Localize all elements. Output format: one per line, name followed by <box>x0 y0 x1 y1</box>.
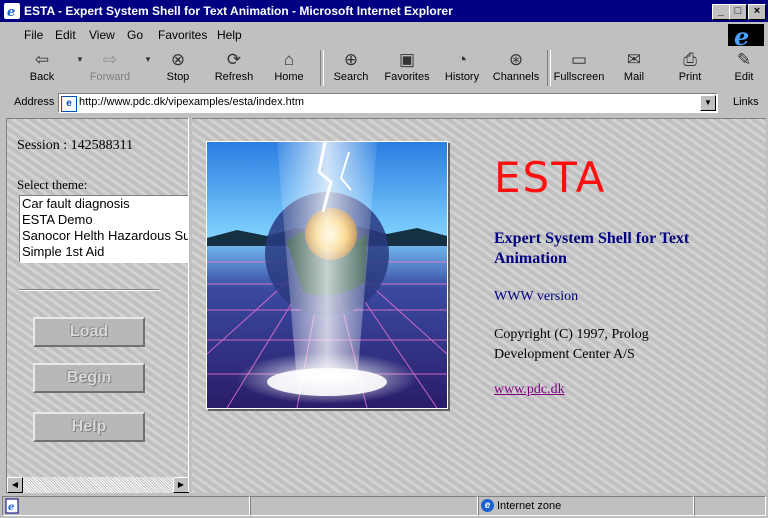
load-button[interactable]: Load <box>33 317 145 347</box>
home-icon: ⌂ <box>283 50 295 69</box>
pdc-link[interactable]: www.pdc.dk <box>494 382 565 398</box>
begin-button[interactable]: Begin <box>33 363 145 393</box>
history-icon: ◔ <box>456 50 468 69</box>
channels-button[interactable]: ⊛ Channels <box>490 48 542 88</box>
back-dropdown[interactable]: ▼ <box>68 48 84 88</box>
ie-logo-icon: e <box>734 22 750 51</box>
horizontal-scrollbar[interactable]: ◀ ▶ <box>7 477 191 493</box>
print-button[interactable]: ⎙ Print <box>668 48 712 88</box>
address-field[interactable]: e http://www.pdc.dk/vipexamples/esta/ind… <box>58 93 718 113</box>
stop-button[interactable]: ⊗ Stop <box>152 48 204 88</box>
ie-page-icon[interactable]: e <box>4 3 20 20</box>
divider <box>19 289 159 291</box>
status-progress-panel <box>250 496 478 516</box>
status-empty-panel <box>694 496 766 516</box>
menu-help[interactable]: Help <box>217 28 242 42</box>
back-button[interactable]: ⇦ Back <box>16 48 68 88</box>
menu-file[interactable]: File <box>24 28 43 42</box>
back-arrow-icon: ⇦ <box>34 50 50 69</box>
refresh-icon: ⟳ <box>226 50 242 69</box>
page-heading: ESTA <box>494 153 607 202</box>
toolbar-separator <box>547 50 551 86</box>
menu-go[interactable]: Go <box>127 28 143 42</box>
internet-zone-icon: e <box>481 499 494 512</box>
fullscreen-icon: ▭ <box>570 50 588 69</box>
page-icon: e <box>61 96 77 112</box>
theme-item[interactable]: Sanocor Helth Hazardous Sub <box>20 228 188 244</box>
menu-bar: File Edit View Go Favorites Help <box>0 24 768 46</box>
ie-logo: e <box>728 22 764 51</box>
menu-favorites[interactable]: Favorites <box>158 28 207 42</box>
page-subtitle: Expert System Shell for Text Animation <box>494 230 690 267</box>
stop-icon: ⊗ <box>170 50 186 69</box>
session-label: Session : 142588311 <box>17 138 134 153</box>
security-zone-panel: e Internet zone <box>478 496 694 516</box>
forward-arrow-icon: ⇨ <box>102 50 118 69</box>
address-bar: Address e http://www.pdc.dk/vipexamples/… <box>0 91 768 115</box>
zone-label: Internet zone <box>497 500 562 512</box>
channels-satellite-icon: ⊛ <box>508 50 524 69</box>
scroll-right-icon[interactable]: ▶ <box>173 477 189 493</box>
favorites-folder-icon: ▣ <box>398 50 416 69</box>
svg-text:e: e <box>8 502 14 513</box>
edit-icon: ✎ <box>736 50 752 69</box>
mail-button[interactable]: ✉ Mail <box>614 48 654 88</box>
fullscreen-button[interactable]: ▭ Fullscreen <box>553 48 605 88</box>
left-frame: Session : 142588311 Select theme: Car fa… <box>6 118 191 493</box>
close-button[interactable]: × <box>748 4 766 20</box>
links-button[interactable]: Links <box>733 96 759 108</box>
theme-item[interactable]: Simple 1st Aid <box>20 244 188 260</box>
status-page-icon: e <box>5 498 19 514</box>
forward-dropdown[interactable]: ▼ <box>136 48 152 88</box>
search-icon: ⊕ <box>343 50 359 69</box>
copyright-text: Copyright (C) 1997, Prolog Development C… <box>494 327 649 362</box>
address-url[interactable]: http://www.pdc.dk/vipexamples/esta/index… <box>79 96 304 108</box>
right-frame: ESTA Expert System Shell for Text Animat… <box>192 118 766 493</box>
toolbar: ⇦ Back ▼ ⇨ Forward ▼ ⊗ Stop ⟳ Refresh ⌂ … <box>0 48 768 90</box>
status-text-panel: e <box>2 496 250 516</box>
theme-item[interactable]: Car fault diagnosis <box>20 196 188 212</box>
svg-text:e: e <box>7 5 15 19</box>
window-title: ESTA - Expert System Shell for Text Anim… <box>24 4 453 18</box>
menu-edit[interactable]: Edit <box>55 28 76 42</box>
select-theme-label: Select theme: <box>17 177 88 192</box>
edit-button[interactable]: ✎ Edit <box>724 48 764 88</box>
maximize-button[interactable]: □ <box>729 4 747 20</box>
minimize-button[interactable]: _ <box>712 4 730 20</box>
home-button[interactable]: ⌂ Home <box>264 48 314 88</box>
refresh-button[interactable]: ⟳ Refresh <box>208 48 260 88</box>
favorites-button[interactable]: ▣ Favorites <box>380 48 434 88</box>
address-label: Address <box>14 96 55 108</box>
version-text: WWW version <box>494 289 579 304</box>
theme-item[interactable]: ESTA Demo <box>20 212 188 228</box>
forward-button[interactable]: ⇨ Forward <box>84 48 136 88</box>
address-dropdown-icon[interactable]: ▼ <box>700 95 716 111</box>
theme-list[interactable]: Car fault diagnosis ESTA Demo Sanocor He… <box>19 195 189 263</box>
title-bar: e ESTA - Expert System Shell for Text An… <box>0 0 768 22</box>
search-button[interactable]: ⊕ Search <box>328 48 374 88</box>
status-bar: e e Internet zone <box>0 494 768 518</box>
toolbar-separator <box>320 50 324 86</box>
help-button[interactable]: Help <box>33 412 145 442</box>
print-icon: ⎙ <box>683 50 697 69</box>
mail-icon: ✉ <box>626 50 642 69</box>
menu-view[interactable]: View <box>89 28 115 42</box>
esta-artwork-image <box>206 141 448 409</box>
history-button[interactable]: ◔ History <box>440 48 484 88</box>
